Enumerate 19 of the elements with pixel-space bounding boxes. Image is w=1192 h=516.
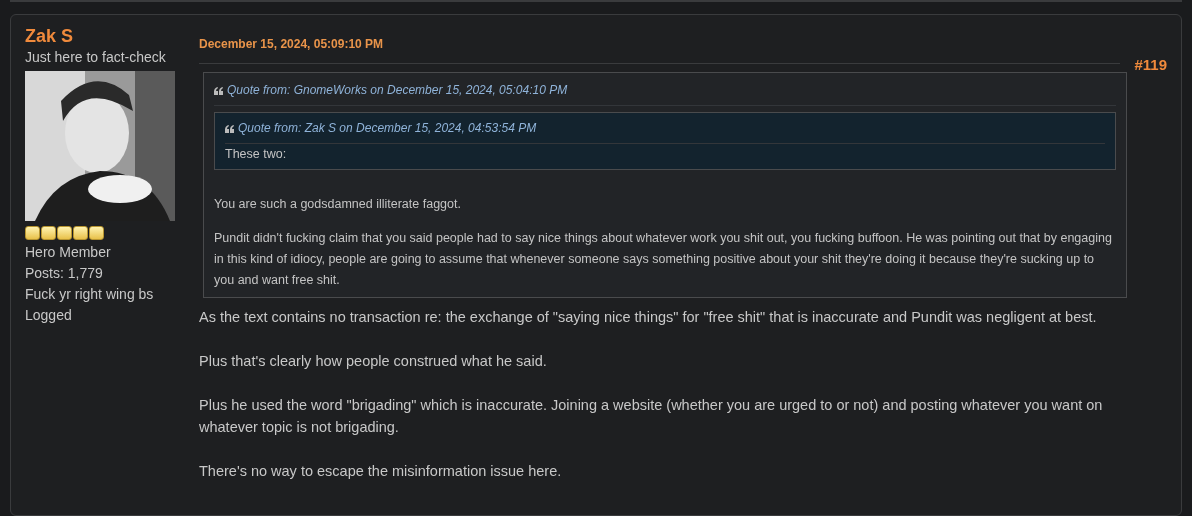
member-rank: Hero Member <box>25 243 112 262</box>
username[interactable]: Zak S <box>25 25 185 47</box>
post-text: Plus that's clearly how people construed what he said. <box>199 352 548 371</box>
post-text: There's no way to escape the misinformation issue here. <box>199 462 563 481</box>
quote-text: You are such a godsdamned illiterate faggot. <box>214 196 462 213</box>
quote-header[interactable]: Quote from: Zak S on December 15, 2024, 04:53:54 PM <box>238 118 537 139</box>
quote-icon <box>214 86 223 95</box>
user-title: Just here to fact-check <box>25 48 167 67</box>
quote-text: These two: <box>225 146 288 163</box>
post-date[interactable]: December 15, 2024, 05:09:10 PM <box>199 37 384 51</box>
post-text: As the text contains no transaction re: the exchange of "saying nice things" for "free shit" that is inaccurate and Pundit was negligent at best. <box>199 308 1098 327</box>
quote-text: Pundit didn't fucking claim that you said people had to say nice things about whatever work you shit out, you fucking buffoon. He was pointing out that by engaging in this kind of idiocy, people are going to assume that whenever someone says something positive about your shit they're doing it because they're sucking up to you and want free shit. <box>214 230 1113 289</box>
signature: Fuck yr right wing bs <box>25 285 155 304</box>
post-text: Plus he used the word "brigading" which is inaccurate. Joining a website (whether you are urged to or not) and posting whatever you want on whatever topic is not brigading. <box>199 396 1104 437</box>
post-number[interactable]: #119 <box>1134 53 1167 76</box>
post-count: Posts: 1,779 <box>25 264 104 283</box>
quote-icon <box>225 124 234 133</box>
quote-header[interactable]: Quote from: GnomeWorks on December 15, 2024, 05:04:10 PM <box>227 80 568 101</box>
logged-status: Logged <box>25 306 73 325</box>
